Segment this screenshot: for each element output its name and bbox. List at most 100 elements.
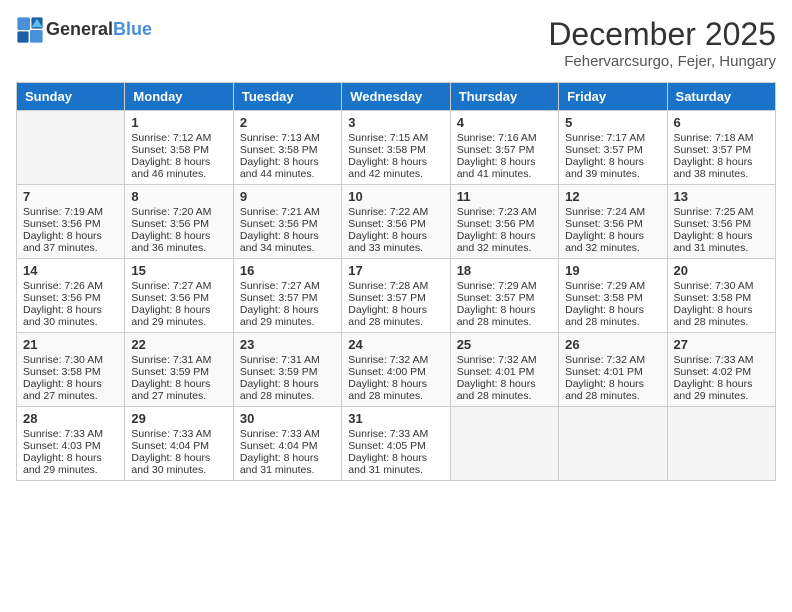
sunrise-text: Sunrise: 7:30 AM [674, 280, 769, 292]
calendar-cell: 27Sunrise: 7:33 AMSunset: 4:02 PMDayligh… [667, 333, 775, 407]
daylight-text: Daylight: 8 hours and 39 minutes. [565, 156, 660, 180]
weekday-header-row: SundayMondayTuesdayWednesdayThursdayFrid… [17, 83, 776, 111]
sunrise-text: Sunrise: 7:33 AM [348, 428, 443, 440]
daylight-text: Daylight: 8 hours and 36 minutes. [131, 230, 226, 254]
calendar-week-row: 7Sunrise: 7:19 AMSunset: 3:56 PMDaylight… [17, 185, 776, 259]
daylight-text: Daylight: 8 hours and 37 minutes. [23, 230, 118, 254]
sunset-text: Sunset: 3:59 PM [131, 366, 226, 378]
daylight-text: Daylight: 8 hours and 31 minutes. [240, 452, 335, 476]
day-number: 24 [348, 337, 443, 352]
calendar-week-row: 1Sunrise: 7:12 AMSunset: 3:58 PMDaylight… [17, 111, 776, 185]
sunrise-text: Sunrise: 7:33 AM [240, 428, 335, 440]
daylight-text: Daylight: 8 hours and 28 minutes. [348, 378, 443, 402]
location-title: Fehervarcsurgo, Fejer, Hungary [548, 53, 776, 70]
weekday-header-saturday: Saturday [667, 83, 775, 111]
sunset-text: Sunset: 4:00 PM [348, 366, 443, 378]
calendar-cell: 28Sunrise: 7:33 AMSunset: 4:03 PMDayligh… [17, 407, 125, 481]
sunset-text: Sunset: 3:58 PM [23, 366, 118, 378]
sunrise-text: Sunrise: 7:22 AM [348, 206, 443, 218]
sunset-text: Sunset: 3:57 PM [457, 144, 552, 156]
page-header: GeneralBlue December 2025 Fehervarcsurgo… [16, 16, 776, 70]
sunset-text: Sunset: 3:56 PM [565, 218, 660, 230]
daylight-text: Daylight: 8 hours and 30 minutes. [23, 304, 118, 328]
sunrise-text: Sunrise: 7:15 AM [348, 132, 443, 144]
daylight-text: Daylight: 8 hours and 28 minutes. [674, 304, 769, 328]
sunset-text: Sunset: 3:56 PM [348, 218, 443, 230]
sunrise-text: Sunrise: 7:29 AM [565, 280, 660, 292]
sunrise-text: Sunrise: 7:29 AM [457, 280, 552, 292]
calendar-week-row: 28Sunrise: 7:33 AMSunset: 4:03 PMDayligh… [17, 407, 776, 481]
day-number: 9 [240, 189, 335, 204]
sunset-text: Sunset: 3:56 PM [131, 292, 226, 304]
daylight-text: Daylight: 8 hours and 28 minutes. [240, 378, 335, 402]
sunrise-text: Sunrise: 7:33 AM [23, 428, 118, 440]
day-number: 31 [348, 411, 443, 426]
calendar-cell: 23Sunrise: 7:31 AMSunset: 3:59 PMDayligh… [233, 333, 341, 407]
weekday-header-thursday: Thursday [450, 83, 558, 111]
weekday-header-sunday: Sunday [17, 83, 125, 111]
sunset-text: Sunset: 3:58 PM [131, 144, 226, 156]
daylight-text: Daylight: 8 hours and 31 minutes. [674, 230, 769, 254]
calendar-cell: 8Sunrise: 7:20 AMSunset: 3:56 PMDaylight… [125, 185, 233, 259]
day-number: 19 [565, 263, 660, 278]
sunset-text: Sunset: 3:56 PM [131, 218, 226, 230]
sunset-text: Sunset: 3:57 PM [457, 292, 552, 304]
daylight-text: Daylight: 8 hours and 34 minutes. [240, 230, 335, 254]
day-number: 22 [131, 337, 226, 352]
calendar-cell: 16Sunrise: 7:27 AMSunset: 3:57 PMDayligh… [233, 259, 341, 333]
day-number: 28 [23, 411, 118, 426]
daylight-text: Daylight: 8 hours and 41 minutes. [457, 156, 552, 180]
sunrise-text: Sunrise: 7:32 AM [348, 354, 443, 366]
day-number: 30 [240, 411, 335, 426]
sunrise-text: Sunrise: 7:18 AM [674, 132, 769, 144]
day-number: 6 [674, 115, 769, 130]
day-number: 18 [457, 263, 552, 278]
daylight-text: Daylight: 8 hours and 29 minutes. [240, 304, 335, 328]
day-number: 4 [457, 115, 552, 130]
sunset-text: Sunset: 4:01 PM [565, 366, 660, 378]
logo-blue-text: Blue [113, 19, 152, 39]
calendar-cell [667, 407, 775, 481]
calendar-cell: 21Sunrise: 7:30 AMSunset: 3:58 PMDayligh… [17, 333, 125, 407]
calendar-cell: 2Sunrise: 7:13 AMSunset: 3:58 PMDaylight… [233, 111, 341, 185]
weekday-header-monday: Monday [125, 83, 233, 111]
sunset-text: Sunset: 3:56 PM [240, 218, 335, 230]
sunset-text: Sunset: 3:58 PM [674, 292, 769, 304]
calendar-cell [559, 407, 667, 481]
calendar-cell: 17Sunrise: 7:28 AMSunset: 3:57 PMDayligh… [342, 259, 450, 333]
calendar-cell: 6Sunrise: 7:18 AMSunset: 3:57 PMDaylight… [667, 111, 775, 185]
logo-icon [16, 16, 44, 44]
sunset-text: Sunset: 3:56 PM [23, 292, 118, 304]
calendar-cell: 29Sunrise: 7:33 AMSunset: 4:04 PMDayligh… [125, 407, 233, 481]
sunrise-text: Sunrise: 7:26 AM [23, 280, 118, 292]
day-number: 21 [23, 337, 118, 352]
calendar-cell: 12Sunrise: 7:24 AMSunset: 3:56 PMDayligh… [559, 185, 667, 259]
calendar-cell: 1Sunrise: 7:12 AMSunset: 3:58 PMDaylight… [125, 111, 233, 185]
sunrise-text: Sunrise: 7:16 AM [457, 132, 552, 144]
daylight-text: Daylight: 8 hours and 27 minutes. [131, 378, 226, 402]
calendar-cell: 10Sunrise: 7:22 AMSunset: 3:56 PMDayligh… [342, 185, 450, 259]
day-number: 15 [131, 263, 226, 278]
calendar-cell: 30Sunrise: 7:33 AMSunset: 4:04 PMDayligh… [233, 407, 341, 481]
sunrise-text: Sunrise: 7:27 AM [131, 280, 226, 292]
day-number: 13 [674, 189, 769, 204]
day-number: 29 [131, 411, 226, 426]
sunrise-text: Sunrise: 7:19 AM [23, 206, 118, 218]
sunset-text: Sunset: 4:03 PM [23, 440, 118, 452]
sunrise-text: Sunrise: 7:28 AM [348, 280, 443, 292]
calendar-cell: 18Sunrise: 7:29 AMSunset: 3:57 PMDayligh… [450, 259, 558, 333]
sunrise-text: Sunrise: 7:23 AM [457, 206, 552, 218]
logo: GeneralBlue [16, 16, 152, 44]
daylight-text: Daylight: 8 hours and 28 minutes. [348, 304, 443, 328]
day-number: 25 [457, 337, 552, 352]
daylight-text: Daylight: 8 hours and 46 minutes. [131, 156, 226, 180]
day-number: 12 [565, 189, 660, 204]
weekday-header-wednesday: Wednesday [342, 83, 450, 111]
day-number: 10 [348, 189, 443, 204]
sunrise-text: Sunrise: 7:20 AM [131, 206, 226, 218]
day-number: 7 [23, 189, 118, 204]
sunset-text: Sunset: 3:57 PM [674, 144, 769, 156]
calendar-cell: 7Sunrise: 7:19 AMSunset: 3:56 PMDaylight… [17, 185, 125, 259]
month-title: December 2025 [548, 16, 776, 53]
daylight-text: Daylight: 8 hours and 32 minutes. [565, 230, 660, 254]
